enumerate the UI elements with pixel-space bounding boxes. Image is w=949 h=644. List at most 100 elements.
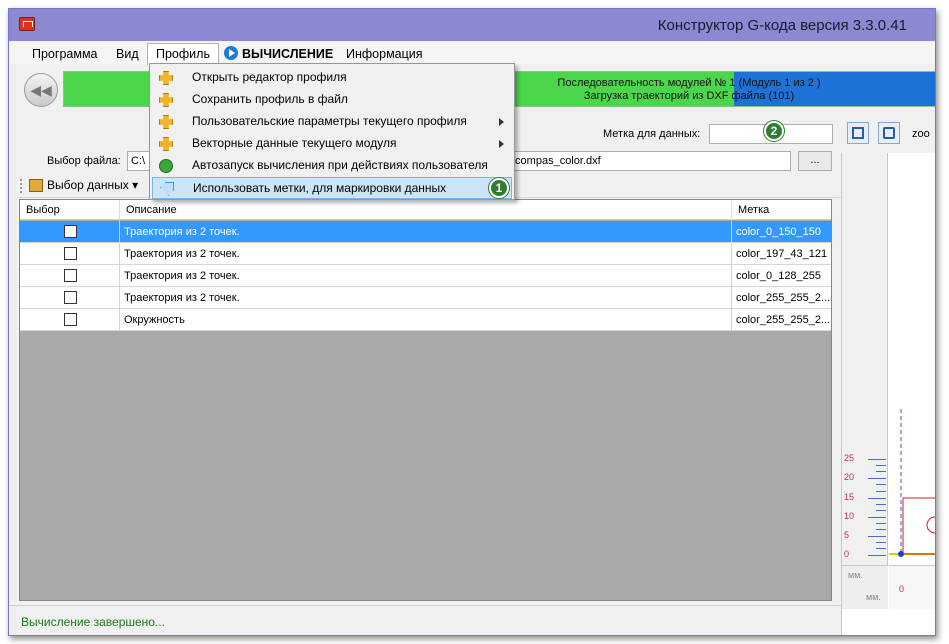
description-cell: Окружность: [120, 309, 732, 331]
ruler-unit-bottom: мм.: [866, 592, 881, 602]
menu-calculate-label: ВЫЧИСЛЕНИЕ: [242, 47, 334, 61]
vertical-ruler: 25 20 15 10 5 0: [842, 153, 888, 565]
menu-autorun[interactable]: Автозапуск вычисления при действиях поль…: [152, 155, 512, 177]
menu-open-profile-editor[interactable]: Открыть редактор профиля: [152, 67, 512, 89]
table-row[interactable]: Траектория из 2 точек. color_255_255_2..…: [20, 287, 831, 309]
app-icon: [19, 17, 35, 31]
preview-pane[interactable]: 25 20 15 10 5 0 мм. мм. 0: [841, 153, 936, 635]
data-grid: Выбор Описание Метка Траектория из 2 точ…: [19, 199, 832, 601]
status-bar: Вычисление завершено...: [9, 605, 845, 635]
table-row[interactable]: Траектория из 2 точек. color_197_43_121: [20, 243, 831, 265]
edit-tool-button[interactable]: [847, 122, 869, 144]
ruler-label: 10: [844, 511, 855, 521]
progress-text: Последовательность модулей № 1 (Модуль 1…: [474, 77, 904, 103]
data-label-caption: Метка для данных:: [603, 128, 701, 140]
submenu-arrow-icon: [499, 118, 504, 126]
tag-cell: color_255_255_2...: [732, 287, 831, 309]
preview-canvas[interactable]: [889, 153, 936, 565]
ruler-label: 20: [844, 472, 855, 482]
ruler-tick: [868, 459, 886, 460]
ruler-tick: [876, 471, 886, 472]
origin-point: [898, 551, 904, 557]
menu-view[interactable]: Вид: [113, 45, 142, 63]
fit-icon: [883, 127, 895, 139]
menu-profile[interactable]: Профиль: [147, 43, 219, 65]
fit-view-button[interactable]: [878, 122, 900, 144]
file-path-end: \compas_color.dxf: [512, 155, 601, 167]
app-window: Конструктор G-кода версия 3.3.0.41 Прогр…: [8, 8, 936, 636]
select-cell[interactable]: [20, 309, 120, 331]
horizontal-ruler: 0: [889, 565, 935, 609]
select-cell[interactable]: [20, 221, 120, 243]
ruler-label: 25: [844, 453, 855, 463]
row-checkbox[interactable]: [64, 247, 77, 260]
play-icon: [224, 46, 238, 60]
menu-item-label: Автозапуск вычисления при действиях поль…: [192, 158, 488, 172]
select-cell[interactable]: [20, 243, 120, 265]
title-bar: Конструктор G-кода версия 3.3.0.41: [9, 9, 935, 41]
menu-program[interactable]: Программа: [29, 45, 101, 63]
table-row[interactable]: Траектория из 2 точек. color_0_128_255: [20, 265, 831, 287]
ruler-tick: [876, 542, 886, 543]
callout-badge-1: 1: [489, 178, 509, 198]
progress-line-1: Последовательность модулей № 1 (Модуль 1…: [557, 77, 821, 89]
row-checkbox[interactable]: [64, 291, 77, 304]
ruler-tick: [868, 555, 886, 556]
puzzle-icon: [159, 71, 173, 85]
window-title: Конструктор G-кода версия 3.3.0.41: [657, 17, 907, 34]
pencil-icon: [852, 127, 864, 139]
column-header-select[interactable]: Выбор: [20, 200, 120, 220]
zoom-label: zoo: [912, 128, 930, 140]
file-label: Выбор файла:: [47, 155, 121, 167]
ruler-tick: [876, 484, 886, 485]
rewind-button[interactable]: ◀◀: [24, 73, 58, 107]
ruler-label: 0: [844, 549, 850, 559]
tag-icon: [160, 182, 174, 196]
row-checkbox[interactable]: [64, 225, 77, 238]
puzzle-save-icon: [159, 93, 173, 107]
column-header-tag[interactable]: Метка: [732, 200, 831, 220]
table-row[interactable]: Траектория из 2 точек. color_0_150_150: [20, 221, 831, 243]
puzzle-icon: [159, 137, 173, 151]
menu-bar: Программа Вид Профиль ВЫЧИСЛЕНИЕ Информа…: [9, 42, 935, 65]
browse-button[interactable]: ...: [798, 151, 832, 171]
file-path-start: C:\: [131, 155, 146, 167]
menu-user-params[interactable]: Пользовательские параметры текущего проф…: [152, 111, 512, 133]
menu-item-label: Использовать метки, для маркировки данны…: [193, 181, 447, 195]
data-select-label: Выбор данных: [47, 178, 129, 192]
ruler-tick: [876, 548, 886, 549]
ruler-label: 15: [844, 492, 855, 502]
profile-menu-dropdown: Открыть редактор профиля Сохранить профи…: [149, 63, 515, 200]
description-cell: Траектория из 2 точек.: [120, 265, 732, 287]
tag-cell: color_0_128_255: [732, 265, 831, 287]
menu-item-label: Пользовательские параметры текущего проф…: [192, 114, 467, 128]
ruler-label: 5: [844, 530, 850, 540]
description-cell: Траектория из 2 точек.: [120, 243, 732, 265]
toolpath-circle: [926, 516, 935, 534]
menu-item-label: Открыть редактор профиля: [192, 70, 347, 84]
select-cell[interactable]: [20, 287, 120, 309]
ruler-tick: [876, 504, 886, 505]
progress-line-2: Загрузка траекторий из DXF файла (101): [583, 90, 795, 102]
row-checkbox[interactable]: [64, 313, 77, 326]
menu-use-tags[interactable]: Использовать метки, для маркировки данны…: [152, 177, 512, 199]
select-cell[interactable]: [20, 265, 120, 287]
menu-item-label: Сохранить профиль в файл: [192, 92, 348, 106]
ruler-tick: [868, 478, 886, 479]
ruler-unit-top: мм.: [848, 570, 863, 580]
description-cell: Траектория из 2 точек.: [120, 287, 732, 309]
menu-calculate[interactable]: ВЫЧИСЛЕНИЕ: [221, 45, 336, 63]
data-select-dropdown[interactable]: Выбор данных ▾: [47, 178, 138, 192]
table-row[interactable]: Окружность color_255_255_2...: [20, 309, 831, 331]
ruler-tick: [876, 510, 886, 511]
autorun-icon: [159, 159, 173, 173]
grid-header: Выбор Описание Метка: [20, 200, 831, 220]
menu-item-label: Векторные данные текущего модуля: [192, 136, 397, 150]
menu-save-profile[interactable]: Сохранить профиль в файл: [152, 89, 512, 111]
menu-vector-data[interactable]: Векторные данные текущего модуля: [152, 133, 512, 155]
menu-info[interactable]: Информация: [343, 45, 426, 63]
row-checkbox[interactable]: [64, 269, 77, 282]
ruler-tick: [868, 498, 886, 499]
ruler-tick: [876, 491, 886, 492]
column-header-description[interactable]: Описание: [120, 200, 732, 220]
